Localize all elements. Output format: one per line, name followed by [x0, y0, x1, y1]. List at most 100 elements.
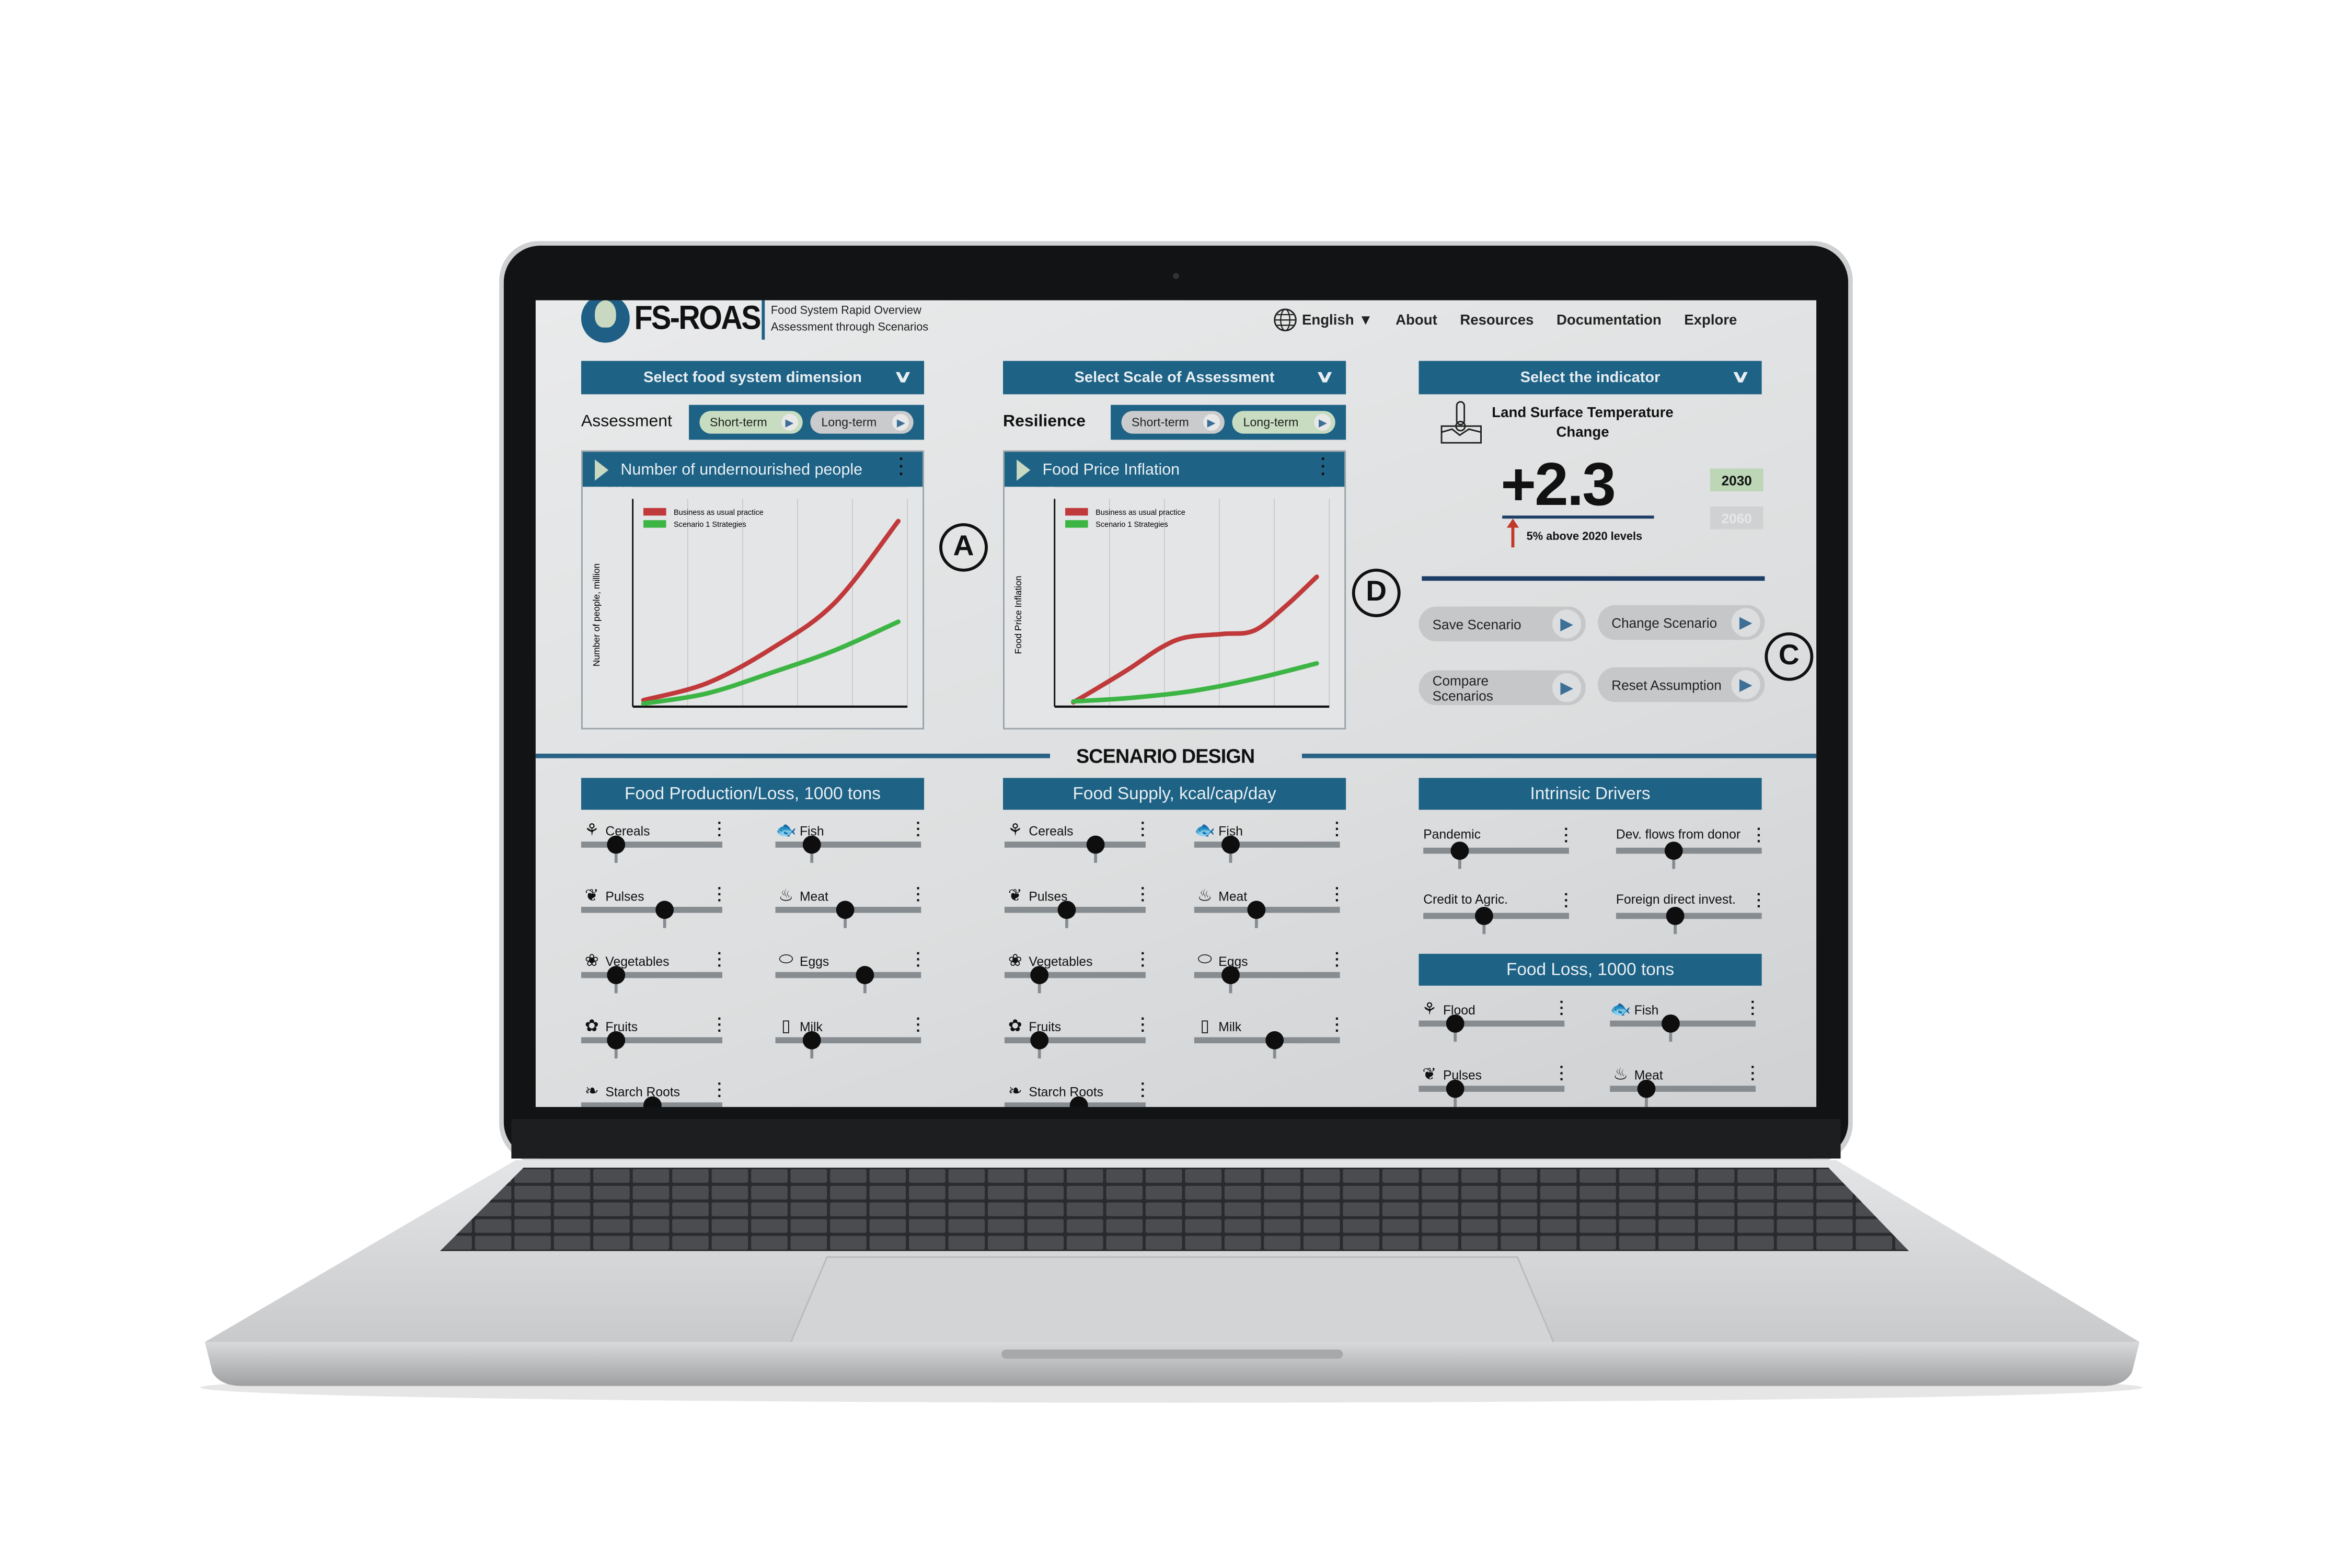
slider-handle[interactable] [607, 835, 626, 854]
slider-track[interactable] [581, 972, 722, 978]
kebab-menu-icon[interactable]: · · · [1757, 888, 1762, 915]
slider-track[interactable] [581, 906, 722, 913]
slider-starch-roots[interactable]: ❧ Starch Roots · · · [581, 1077, 722, 1107]
slider-pulses[interactable]: ❦ Pulses · · · [1004, 882, 1146, 946]
slider-meat[interactable]: ♨ Meat · · · [1610, 1060, 1756, 1107]
slider-handle[interactable] [1030, 966, 1049, 984]
slider-handle[interactable] [802, 1031, 821, 1050]
slider-meat[interactable]: ♨ Meat · · · [775, 882, 921, 946]
kebab-menu-icon[interactable]: · · · [916, 816, 921, 844]
slider-handle[interactable] [1248, 901, 1266, 919]
slider-track[interactable] [1423, 913, 1569, 919]
slider-handle[interactable] [1221, 835, 1240, 854]
slider-cereals[interactable]: ⚘ Cereals · · · [581, 816, 722, 881]
slider-handle[interactable] [1086, 835, 1104, 854]
kebab-menu-icon[interactable]: · · · [717, 947, 722, 974]
slider-handle[interactable] [1665, 841, 1684, 860]
slider-track[interactable] [1419, 1086, 1565, 1092]
kebab-menu-icon[interactable]: · · · [899, 451, 905, 483]
slider-track[interactable] [1419, 1020, 1565, 1027]
kebab-menu-icon[interactable]: · · · [1335, 947, 1340, 974]
slider-track[interactable] [1194, 841, 1340, 848]
slider-handle[interactable] [855, 966, 873, 984]
kebab-menu-icon[interactable]: · · · [916, 1012, 921, 1040]
slider-handle[interactable] [1637, 1079, 1656, 1098]
slider-handle[interactable] [836, 901, 855, 919]
nav-about[interactable]: About [1396, 312, 1437, 328]
kebab-menu-icon[interactable]: · · · [1564, 888, 1569, 915]
slider-track[interactable] [1004, 841, 1146, 848]
slider-fruits[interactable]: ✿ Fruits · · · [581, 1012, 722, 1077]
slider-track[interactable] [1423, 847, 1569, 854]
slider-vegetables[interactable]: ❀ Vegetables · · · [581, 947, 722, 1011]
kebab-menu-icon[interactable]: · · · [1335, 882, 1340, 909]
compare-scenarios-button[interactable]: Compare Scenarios ▶ [1419, 670, 1586, 706]
kebab-menu-icon[interactable]: · · · [717, 816, 722, 844]
slider-handle[interactable] [607, 966, 626, 984]
slider-track[interactable] [1194, 906, 1340, 913]
slider-handle[interactable] [1030, 1031, 1049, 1050]
slider-handle[interactable] [1446, 1079, 1465, 1098]
assessment-long-term-button[interactable]: Long-term ▶ [811, 411, 914, 434]
kebab-menu-icon[interactable]: · · · [1321, 451, 1327, 483]
kebab-menu-icon[interactable]: · · · [1140, 947, 1146, 974]
slider-track[interactable] [1004, 1037, 1146, 1044]
chart-title-bar[interactable]: Food Price Inflation · · · [1004, 451, 1345, 487]
kebab-menu-icon[interactable]: · · · [1335, 1012, 1340, 1040]
slider-pulses[interactable]: ❦ Pulses · · · [581, 882, 722, 946]
slider-track[interactable] [1194, 972, 1340, 978]
slider-handle[interactable] [1446, 1014, 1465, 1033]
slider-fish[interactable]: 🐟 Fish · · · [775, 816, 921, 881]
slider-track[interactable] [1610, 1086, 1756, 1092]
slider-track[interactable] [1004, 972, 1146, 978]
slider-foreign-direct-invest[interactable]: Foreign direct invest. · · · [1616, 888, 1762, 952]
slider-track[interactable] [775, 1037, 921, 1044]
kebab-menu-icon[interactable]: · · · [717, 882, 722, 909]
kebab-menu-icon[interactable]: · · · [717, 1077, 722, 1104]
food-system-dimension-dropdown[interactable]: Select food system dimension ∨ [581, 361, 925, 395]
slider-milk[interactable]: ▯ Milk · · · [775, 1012, 921, 1077]
kebab-menu-icon[interactable]: · · · [916, 947, 921, 974]
slider-pandemic[interactable]: Pandemic · · · [1423, 823, 1569, 887]
slider-track[interactable] [775, 841, 921, 848]
slider-handle[interactable] [1450, 841, 1469, 860]
slider-track[interactable] [775, 972, 921, 978]
nav-resources[interactable]: Resources [1460, 312, 1534, 328]
slider-track[interactable] [581, 841, 722, 848]
kebab-menu-icon[interactable]: · · · [1750, 996, 1756, 1023]
kebab-menu-icon[interactable]: · · · [1564, 823, 1569, 850]
assessment-short-term-button[interactable]: Short-term ▶ [699, 411, 803, 434]
slider-pulses[interactable]: ❦ Pulses · · · [1419, 1060, 1565, 1107]
slider-flood[interactable]: ⚘ Flood · · · [1419, 996, 1565, 1060]
kebab-menu-icon[interactable]: · · · [1335, 816, 1340, 844]
slider-starch-roots[interactable]: ❧ Starch Roots · · · [1004, 1077, 1146, 1107]
save-scenario-button[interactable]: Save Scenario ▶ [1419, 606, 1586, 642]
kebab-menu-icon[interactable]: · · · [916, 882, 921, 909]
slider-track[interactable] [1610, 1020, 1756, 1027]
chart-title-bar[interactable]: Number of undernourished people · · · [582, 451, 923, 487]
slider-dev-flows-from-donor[interactable]: Dev. flows from donor · · · [1616, 823, 1762, 887]
year-2060-button[interactable]: 2060 [1710, 506, 1763, 529]
slider-handle[interactable] [1662, 1014, 1680, 1033]
kebab-menu-icon[interactable]: · · · [1757, 823, 1762, 850]
slider-cereals[interactable]: ⚘ Cereals · · · [1004, 816, 1146, 881]
kebab-menu-icon[interactable]: · · · [1750, 1060, 1756, 1088]
slider-vegetables[interactable]: ❀ Vegetables · · · [1004, 947, 1146, 1011]
slider-handle[interactable] [1666, 906, 1685, 925]
slider-meat[interactable]: ♨ Meat · · · [1194, 882, 1340, 946]
slider-handle[interactable] [1221, 966, 1240, 984]
slider-handle[interactable] [1265, 1031, 1284, 1050]
kebab-menu-icon[interactable]: · · · [1559, 996, 1564, 1023]
kebab-menu-icon[interactable]: · · · [1140, 882, 1146, 909]
nav-documentation[interactable]: Documentation [1557, 312, 1662, 328]
slider-track[interactable] [581, 1037, 722, 1044]
slider-track[interactable] [1616, 847, 1762, 854]
slider-eggs[interactable]: ⬭ Eggs · · · [1194, 947, 1340, 1011]
change-scenario-button[interactable]: Change Scenario ▶ [1598, 605, 1765, 640]
kebab-menu-icon[interactable]: · · · [1140, 816, 1146, 844]
indicator-dropdown[interactable]: Select the indicator ∨ [1419, 361, 1762, 395]
slider-fish[interactable]: 🐟 Fish · · · [1610, 996, 1756, 1060]
kebab-menu-icon[interactable]: · · · [1559, 1060, 1564, 1088]
kebab-menu-icon[interactable]: · · · [1140, 1077, 1146, 1104]
slider-fish[interactable]: 🐟 Fish · · · [1194, 816, 1340, 881]
